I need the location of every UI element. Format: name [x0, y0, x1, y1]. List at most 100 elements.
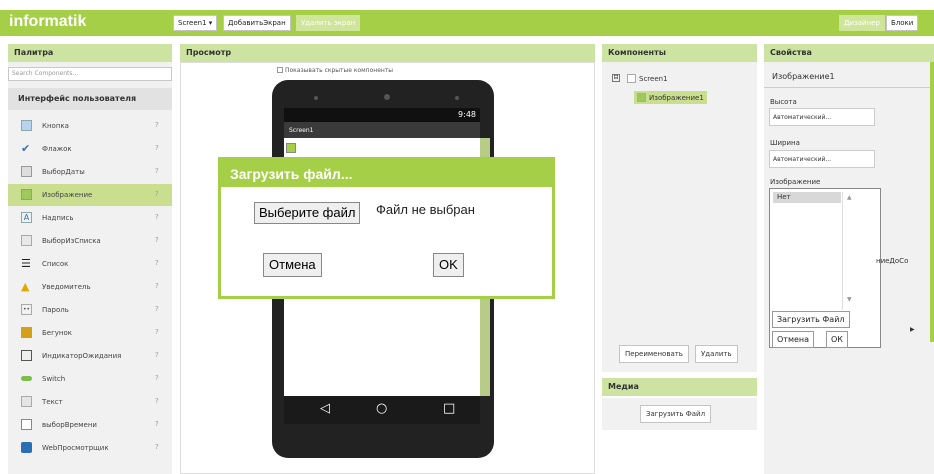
help-icon[interactable]: ? — [155, 374, 159, 382]
tree-node-image[interactable]: Изображение1 — [634, 91, 707, 104]
palette-item-webviewer[interactable]: WebПросмотрщик ? — [8, 437, 172, 459]
asset-upload-button[interactable]: Загрузить Файл — [772, 311, 850, 328]
components-header: Компоненты — [602, 44, 757, 62]
help-icon[interactable]: ? — [155, 213, 159, 221]
show-hidden-checkbox[interactable]: Показывать скрытые компоненты — [277, 67, 393, 74]
screen-icon — [627, 74, 636, 83]
palette-item-slider[interactable]: Бегунок ? — [8, 322, 172, 344]
palette-item-textbox[interactable]: Текст ? — [8, 391, 172, 413]
phone-title-bar: Screen1 — [284, 122, 480, 138]
help-icon[interactable]: ? — [155, 305, 159, 313]
palette-item-label-component[interactable]: A Надпись ? — [8, 207, 172, 229]
palette-item-datepicker[interactable]: ВыборДаты ? — [8, 161, 172, 183]
collapse-icon[interactable]: ⊟ — [612, 74, 620, 82]
palette-item-listview[interactable]: ☰ Список ? — [8, 253, 172, 275]
remove-screen-button[interactable]: Удалить экран — [296, 15, 361, 31]
help-icon[interactable]: ? — [155, 259, 159, 267]
palette-item-label: Надпись — [42, 214, 74, 222]
app-root: informatik Screen1 ▾ ДобавитьЭкран Удали… — [0, 0, 934, 474]
help-icon[interactable]: ? — [155, 167, 159, 175]
help-icon[interactable]: ? — [155, 397, 159, 405]
palette-item-checkbox[interactable]: ✔ Флажок ? — [8, 138, 172, 160]
window-scrollbar[interactable] — [930, 62, 934, 342]
asset-scrollbar[interactable]: ▲ ▼ — [842, 192, 856, 310]
palette-item-notifier[interactable]: ▲ Уведомитель ? — [8, 276, 172, 298]
camera-icon — [384, 94, 390, 100]
height-label: Высота — [770, 98, 797, 106]
width-field[interactable]: Автоматический... — [769, 150, 875, 168]
tree-node-label: Изображение1 — [649, 94, 704, 102]
dialog-cancel-button[interactable]: Отмена — [263, 253, 322, 277]
scroll-down-icon[interactable]: ▼ — [847, 296, 852, 303]
palette-item-image[interactable]: Изображение ? — [8, 184, 172, 206]
properties-component-name: Изображение1 — [764, 66, 934, 88]
add-screen-button[interactable]: ДобавитьЭкран — [223, 15, 291, 31]
image-icon — [637, 93, 646, 102]
palette-item-label: Флажок — [42, 145, 72, 153]
media-upload-button[interactable]: Загрузить Файл — [640, 405, 712, 423]
help-icon[interactable]: ? — [155, 236, 159, 244]
palette-item-label: Бегунок — [42, 329, 73, 337]
palette-item-label: ИндикаторОжидания — [42, 352, 122, 360]
height-field[interactable]: Автоматический... — [769, 108, 875, 126]
palette-item-switch[interactable]: Switch ? — [8, 368, 172, 390]
help-icon[interactable]: ? — [155, 443, 159, 451]
help-icon[interactable]: ? — [155, 190, 159, 198]
show-hidden-label: Показывать скрытые компоненты — [285, 67, 394, 74]
label-icon: A — [21, 212, 32, 223]
listpicker-icon — [21, 235, 32, 246]
dialog-ok-button[interactable]: OK — [433, 253, 464, 277]
delete-button[interactable]: Удалить — [695, 345, 738, 363]
screen-select[interactable]: Screen1 ▾ — [173, 15, 218, 31]
tree-node-screen[interactable]: Screen1 — [627, 74, 668, 83]
palette-item-spinner[interactable]: ИндикаторОжидания ? — [8, 345, 172, 367]
app-logo[interactable]: informatik — [9, 13, 86, 31]
palette-item-label: выборВремени — [42, 421, 97, 429]
width-label: Ширина — [770, 139, 800, 147]
choose-file-button[interactable]: Выберите файл — [254, 202, 361, 224]
palette-category[interactable]: Интерфейс пользователя — [8, 88, 172, 110]
webviewer-icon — [21, 442, 32, 453]
sensor-icon — [455, 96, 459, 100]
help-icon[interactable]: ? — [155, 351, 159, 359]
help-icon[interactable]: ? — [155, 144, 159, 152]
image-placeholder-icon[interactable] — [286, 143, 296, 153]
components-panel — [602, 62, 757, 372]
no-file-label: Файл не выбран — [376, 202, 475, 217]
viewer-header: Просмотр — [180, 44, 595, 62]
help-icon[interactable]: ? — [155, 420, 159, 428]
spinner-icon — [21, 350, 32, 361]
palette-item-button[interactable]: Кнопка ? — [8, 115, 172, 137]
caret-right-icon: ▶ — [910, 326, 915, 333]
checkbox-icon[interactable] — [277, 67, 283, 73]
rename-button[interactable]: Переименовать — [619, 345, 689, 363]
palette-item-label: Список — [42, 260, 69, 268]
blocks-button[interactable]: Блоки — [886, 15, 919, 31]
palette-item-listpicker[interactable]: ВыборИзСписка ? — [8, 230, 172, 252]
listview-icon: ☰ — [21, 257, 31, 270]
palette-item-timepicker[interactable]: выборВремени ? — [8, 414, 172, 436]
help-icon[interactable]: ? — [155, 121, 159, 129]
palette-item-password[interactable]: •• Пароль ? — [8, 299, 172, 321]
scroll-up-icon[interactable]: ▲ — [847, 194, 852, 201]
asset-cancel-button[interactable]: Отмена — [772, 331, 815, 348]
palette-item-label: Уведомитель — [42, 283, 91, 291]
asset-option[interactable]: Нет — [773, 192, 841, 203]
asset-ok-button[interactable]: ОК — [826, 331, 848, 348]
button-icon — [21, 120, 32, 131]
palette-item-label: Пароль — [42, 306, 69, 314]
search-input[interactable]: Search Components... — [8, 67, 172, 81]
image-icon — [21, 189, 32, 200]
help-icon[interactable]: ? — [155, 282, 159, 290]
palette-header: Палитра — [8, 44, 172, 62]
notifier-icon: ▲ — [21, 280, 30, 293]
phone-time: 9:48 — [458, 110, 476, 119]
designer-button[interactable]: Дизайнер — [839, 15, 885, 31]
upload-dialog: Загрузить файл... Выберите файл Файл не … — [218, 157, 555, 299]
home-icon: ○ — [376, 401, 388, 416]
palette-item-label: Текст — [42, 398, 63, 406]
properties-header: Свойства — [764, 44, 934, 62]
checkbox-icon: ✔ — [21, 142, 31, 155]
help-icon[interactable]: ? — [155, 328, 159, 336]
datepicker-icon — [21, 166, 32, 177]
